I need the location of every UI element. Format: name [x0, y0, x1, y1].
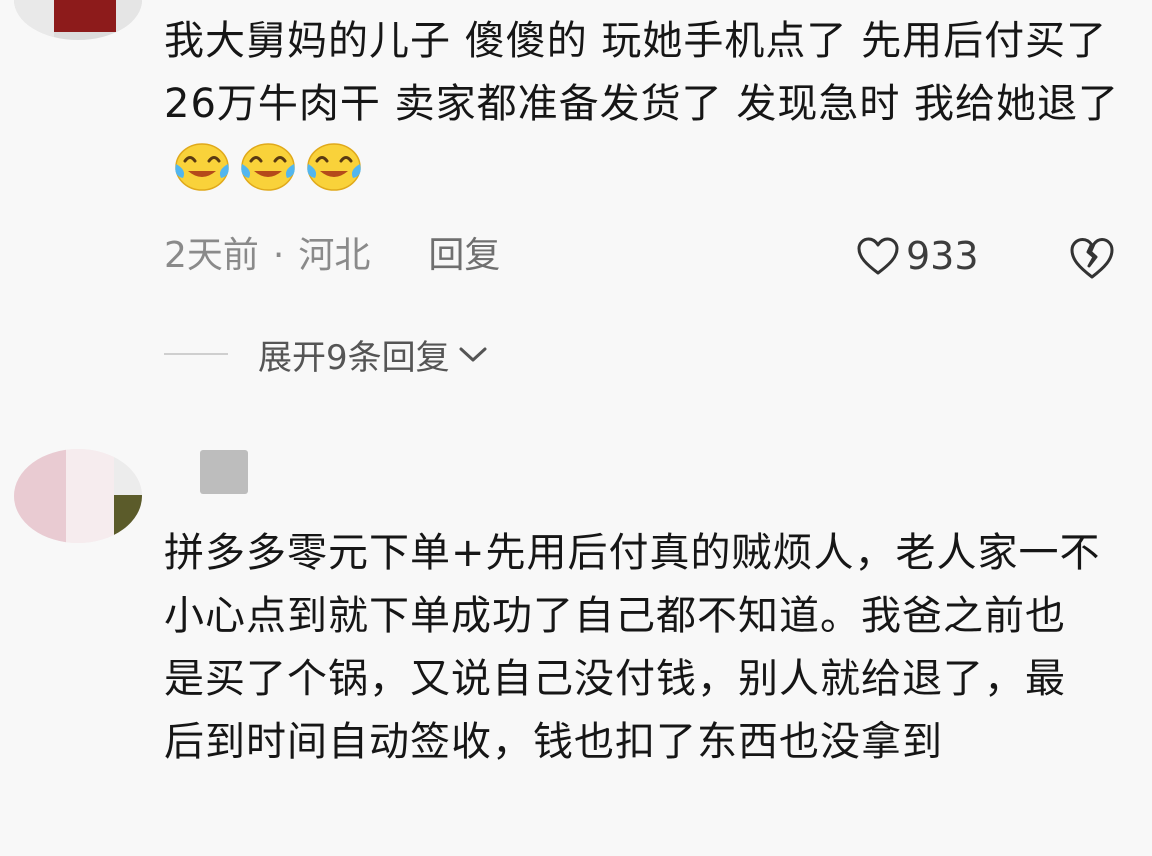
broken-heart-icon[interactable] — [1068, 236, 1116, 280]
comment-list: 我大舅妈的儿子 傻傻的 玩她手机点了 先用后付买了26万牛肉干 卖家都准备发货了… — [0, 0, 1152, 856]
like-button[interactable]: 933 — [856, 232, 979, 280]
heart-outline-icon — [857, 237, 899, 275]
laugh-cry-emoji — [241, 142, 295, 191]
comment-body: 拼多多零元下单+先用后付真的贼烦人，老人家一不小心点到就下单成功了自己都不知道。… — [164, 530, 1101, 765]
username-redacted — [200, 450, 248, 494]
laugh-cry-emoji — [307, 142, 361, 191]
avatar[interactable] — [14, 0, 142, 40]
expand-replies-label: 展开9条回复 — [258, 337, 450, 378]
meta-separator: · — [272, 235, 285, 276]
laugh-cry-emoji — [175, 142, 229, 191]
comment-text: 我大舅妈的儿子 傻傻的 玩她手机点了 先用后付买了26万牛肉干 卖家都准备发货了… — [164, 10, 1139, 201]
chevron-down-icon — [459, 347, 487, 362]
comment-time: 2天前 — [164, 235, 259, 276]
reply-button[interactable]: 回复 — [428, 235, 500, 276]
divider — [164, 353, 228, 355]
avatar[interactable] — [14, 449, 142, 543]
comment-location: 河北 — [298, 235, 371, 276]
comment-meta: 2天前 · 河北 回复 — [164, 228, 500, 284]
emoji-group — [166, 138, 364, 201]
comment-text: 拼多多零元下单+先用后付真的贼烦人，老人家一不小心点到就下单成功了自己都不知道。… — [164, 522, 1104, 774]
like-count: 933 — [906, 234, 979, 278]
expand-replies-button[interactable]: 展开9条回复 — [164, 328, 488, 380]
comment-body: 我大舅妈的儿子 傻傻的 玩她手机点了 先用后付买了26万牛肉干 卖家都准备发货了… — [164, 18, 1120, 127]
